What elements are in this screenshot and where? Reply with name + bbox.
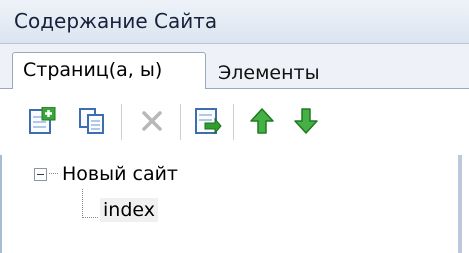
add-page-button[interactable] [26, 105, 58, 137]
copy-pages-icon [79, 108, 104, 134]
collapse-icon[interactable] [34, 167, 47, 181]
panel-title: Содержание Сайта [14, 9, 218, 33]
tree-root-label: Новый сайт [62, 163, 179, 185]
tab-pages-label: Страниц(а, ы) [23, 59, 163, 81]
tree-leaf-label: index [100, 198, 158, 222]
tab-elements-label: Элементы [218, 62, 320, 84]
tree-node-index[interactable]: index [100, 195, 158, 225]
import-page-button[interactable] [192, 105, 224, 137]
tree-node-root[interactable]: Новый сайт [34, 159, 178, 189]
toolbar-separator [233, 104, 234, 140]
import-page-icon [195, 108, 222, 135]
toolbar-separator [121, 104, 122, 140]
delete-x-icon [142, 111, 162, 131]
tab-pages[interactable]: Страниц(а, ы) [12, 52, 206, 90]
move-up-button[interactable] [246, 105, 278, 137]
panel-titlebar: Содержание Сайта [0, 0, 469, 44]
tab-strip: Страниц(а, ы) Элементы [0, 44, 469, 90]
page-tree: Новый сайт index [0, 155, 469, 253]
copy-page-button[interactable] [76, 105, 108, 137]
arrow-down-icon [294, 108, 318, 134]
new-page-icon [29, 107, 56, 134]
arrow-up-icon [250, 108, 274, 134]
move-down-button[interactable] [290, 105, 322, 137]
toolbar [0, 89, 469, 155]
tree-connector [82, 189, 98, 218]
toolbar-separator [180, 104, 181, 140]
delete-page-button[interactable] [136, 105, 168, 137]
tree-connector [49, 173, 58, 175]
tab-elements[interactable]: Элементы [208, 56, 330, 93]
